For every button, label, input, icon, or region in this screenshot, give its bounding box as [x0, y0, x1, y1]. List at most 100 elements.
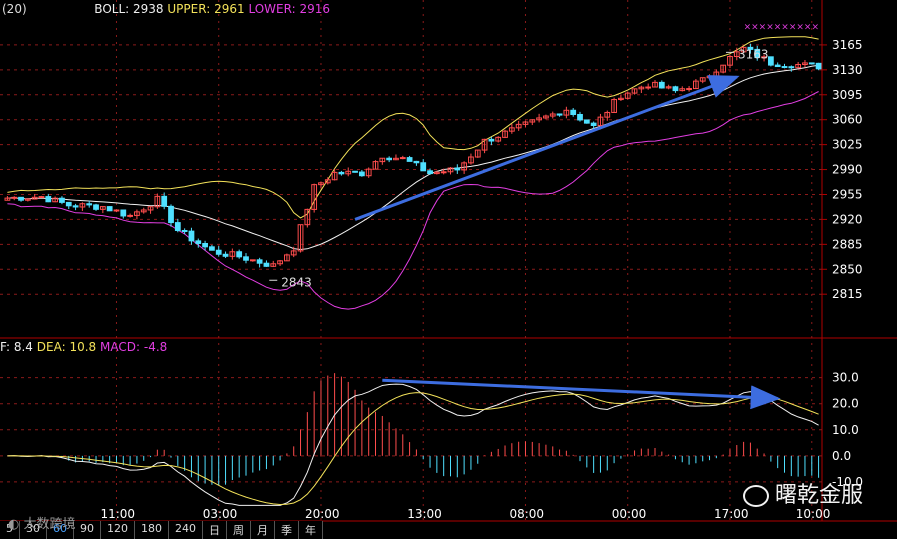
tab-240[interactable]: 240 [169, 521, 203, 539]
y-tick-label: 2920 [832, 212, 863, 226]
candle-body [399, 157, 406, 160]
candle-body [352, 170, 358, 173]
candle-body [645, 86, 652, 89]
brand-text: 大数跨境 [23, 517, 76, 532]
signal-markers: ×××××××××× [744, 22, 819, 32]
candle-body [672, 86, 679, 92]
candle-body [222, 253, 229, 257]
macd-y-tick-label: 20.0 [832, 397, 859, 411]
macd-label: MACD: [100, 340, 141, 354]
y-tick-label: 3025 [832, 138, 863, 152]
macd-header: F: 8.4 DEA: 10.8 MACD: -4.8 [0, 340, 167, 354]
candle-body [181, 229, 188, 232]
y-tick-label: 3095 [832, 88, 863, 102]
tab-week[interactable]: 周 [227, 521, 251, 539]
candle-body [86, 203, 93, 206]
y-tick-label: 3165 [832, 38, 863, 52]
candle-body [113, 209, 120, 212]
dea-label: DEA: [36, 340, 66, 354]
wechat-icon [742, 485, 769, 507]
candle-body [168, 205, 174, 224]
candle-body [815, 62, 822, 70]
y-tick-label: 2955 [832, 187, 863, 201]
macd-value: -4.8 [143, 340, 168, 354]
period-label: (20) [2, 2, 27, 16]
price-annotation: 3163 [738, 47, 769, 61]
candle-body [767, 56, 774, 66]
candle-body [249, 259, 256, 262]
logo-icon: ◐ [8, 517, 20, 532]
upper-value: 2961 [214, 2, 245, 16]
macd-y-tick-label: 0.0 [832, 449, 851, 463]
candle-body [454, 167, 461, 171]
price-trend-arrow [354, 75, 740, 221]
lower-value: 2916 [299, 2, 330, 16]
upper-label: UPPER: [167, 2, 211, 16]
x-tick-label: 03:00 [203, 507, 238, 521]
candle-body [236, 251, 243, 258]
candle-body [358, 171, 365, 177]
tab-180[interactable]: 180 [135, 521, 169, 539]
candle-body [808, 62, 815, 65]
watermark: 曙乾金服 [742, 477, 863, 509]
y-tick-label: 3130 [832, 63, 863, 77]
candle-body [59, 197, 65, 203]
candle-body [781, 66, 788, 69]
candle-body [413, 160, 420, 164]
macd-trend-arrow [382, 378, 781, 410]
candle-body [788, 66, 795, 69]
candle-body [658, 81, 665, 89]
tab-day[interactable]: 日 [203, 521, 227, 539]
candle-body [195, 240, 202, 244]
x-tick-label: 13:00 [407, 507, 442, 521]
chart-canvas: 3165 3130 3095 3060 3025 2990 2955 2920 2885 2850… [0, 0, 897, 522]
candle-body [583, 119, 590, 124]
price-annotation: 2843 [281, 275, 312, 289]
tab-quarter[interactable]: 季 [275, 521, 299, 539]
candle-body [577, 113, 583, 121]
tab-90[interactable]: 90 [74, 521, 101, 539]
boll-value: 2938 [133, 2, 164, 16]
dif-label: F: [0, 340, 11, 354]
candle-body [38, 196, 45, 199]
lower-label: LOWER: [248, 2, 296, 16]
tab-120[interactable]: 120 [101, 521, 135, 539]
y-tick-label: 2850 [832, 262, 863, 276]
candle-body [420, 162, 427, 172]
candle-body [386, 157, 393, 161]
candle-body [263, 262, 270, 267]
candle-body [93, 204, 99, 210]
candle-body [556, 113, 563, 116]
candle-body [338, 171, 345, 175]
dif-value: 8.4 [13, 340, 33, 354]
dea-line [7, 392, 819, 506]
x-tick-label: 08:00 [509, 507, 544, 521]
candle-body [243, 256, 249, 261]
watermark-text: 曙乾金服 [774, 483, 863, 508]
candle-body [256, 259, 263, 264]
x-tick-label: 10:00 [796, 507, 831, 521]
candle-body [72, 205, 79, 208]
candle-body [590, 122, 597, 127]
candle-body [127, 214, 133, 217]
candle-body [202, 242, 208, 248]
candle-body [174, 222, 181, 231]
candle-body [570, 109, 577, 115]
candle-body [686, 88, 692, 91]
upper-band-line [7, 36, 819, 219]
candle-body [440, 171, 447, 174]
candle-body [427, 170, 433, 175]
x-tick-label: 17:00 [714, 507, 749, 521]
candle-body [488, 138, 495, 142]
candle-body [188, 230, 195, 242]
candle-body [65, 201, 72, 207]
tab-month[interactable]: 月 [251, 521, 275, 539]
brand-overlay: ◐ 大数跨境 [8, 513, 76, 532]
candle-body [406, 157, 413, 162]
y-tick-label: 2990 [832, 163, 863, 177]
candle-body [209, 246, 215, 251]
candle-body [18, 196, 24, 201]
candle-body [161, 195, 168, 207]
macd-y-tick-label: 30.0 [832, 371, 859, 385]
tab-year[interactable]: 年 [299, 521, 323, 539]
